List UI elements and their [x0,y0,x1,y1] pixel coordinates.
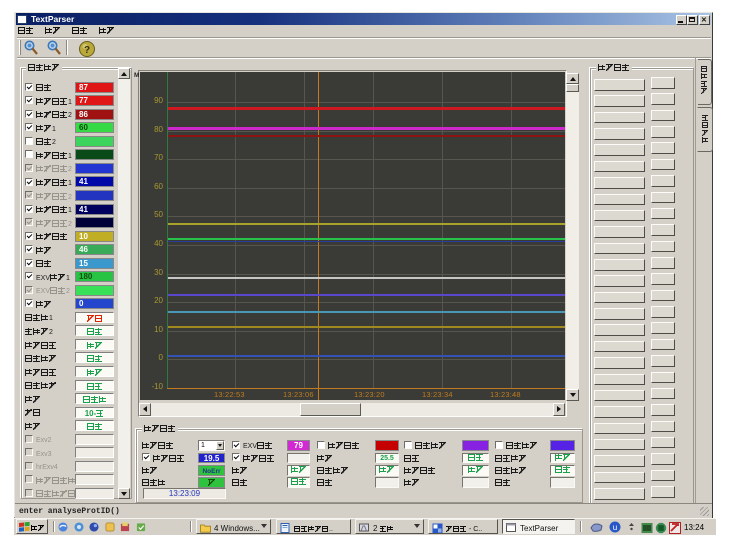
svg-text:?: ? [84,45,90,56]
svg-text:u: u [613,523,617,532]
